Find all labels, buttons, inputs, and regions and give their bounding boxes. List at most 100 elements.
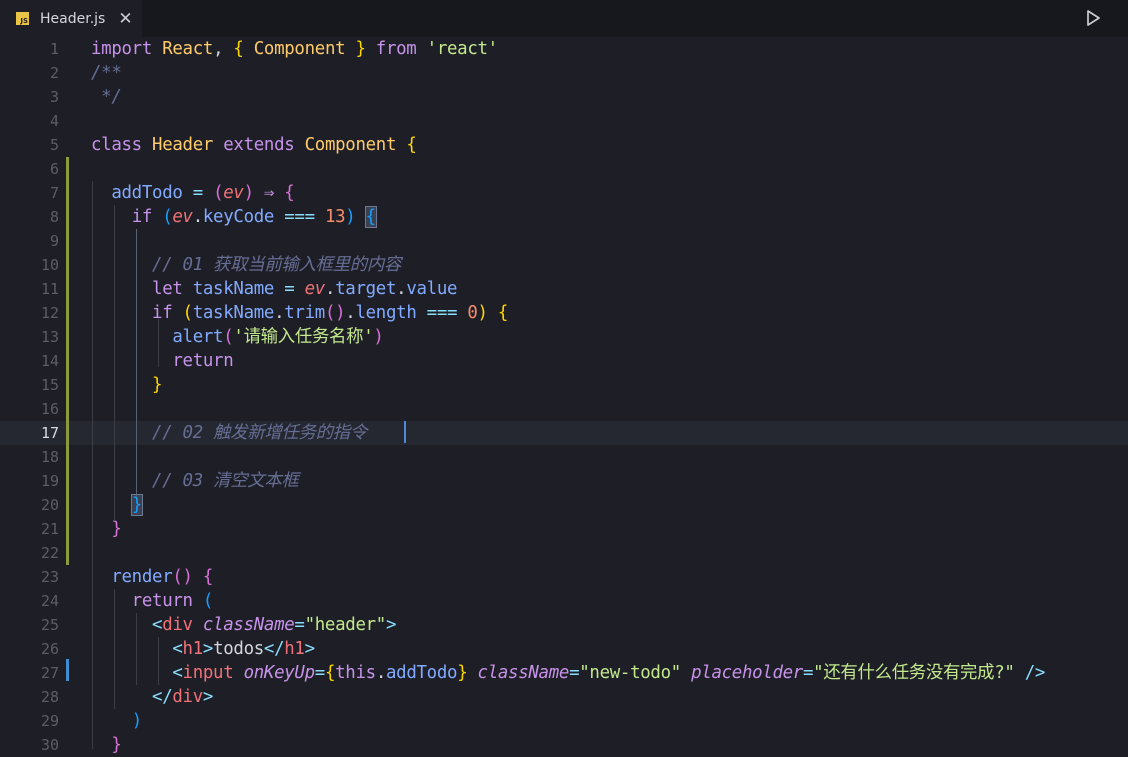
code-text[interactable]: return (91, 349, 233, 373)
indent-guide (136, 613, 137, 685)
code-text[interactable]: addTodo = (ev) ⇒ { (91, 181, 294, 205)
code-line[interactable]: 11 let taskName = ev.target.value (0, 277, 1128, 301)
run-icon[interactable] (1083, 8, 1103, 28)
code-line[interactable]: 12 if (taskName.trim().length === 0) { (0, 301, 1128, 325)
close-icon[interactable]: ✕ (118, 9, 132, 29)
line-number[interactable]: 24 (0, 589, 59, 613)
code-line[interactable]: 29 ) (0, 709, 1128, 733)
gutter-modified-bar (66, 157, 69, 565)
code-text[interactable]: } (91, 373, 162, 397)
code-line[interactable]: 4 (0, 109, 1128, 133)
code-line[interactable]: 17 // 02 触发新增任务的指令 (0, 421, 1128, 445)
code-line[interactable]: 19 // 03 清空文本框 (0, 469, 1128, 493)
code-text[interactable]: render() { (91, 565, 213, 589)
code-line[interactable]: 30 } (0, 733, 1128, 757)
line-number[interactable]: 14 (0, 349, 59, 373)
code-text[interactable]: <h1>todos</h1> (91, 637, 315, 661)
indent-guide (158, 637, 159, 685)
code-line[interactable]: 28 </div> (0, 685, 1128, 709)
indent-guide (114, 589, 115, 709)
line-number[interactable]: 22 (0, 541, 59, 565)
indent-guide (114, 205, 115, 521)
line-number[interactable]: 27 (0, 661, 59, 685)
line-number[interactable]: 5 (0, 133, 59, 157)
tab-bar: ‹ JS Header.js ✕ (0, 0, 1128, 37)
line-number[interactable]: 20 (0, 493, 59, 517)
line-number[interactable]: 6 (0, 157, 59, 181)
code-line[interactable]: 20 } (0, 493, 1128, 517)
javascript-file-icon: JS (16, 12, 29, 25)
line-number[interactable]: 8 (0, 205, 59, 229)
code-text[interactable]: } (91, 733, 121, 757)
line-number[interactable]: 7 (0, 181, 59, 205)
line-number[interactable]: 25 (0, 613, 59, 637)
code-line[interactable]: 8 if (ev.keyCode === 13) { (0, 205, 1128, 229)
indent-guide (92, 181, 93, 749)
code-text[interactable]: let taskName = ev.target.value (91, 277, 457, 301)
line-number[interactable]: 19 (0, 469, 59, 493)
code-text[interactable]: } (91, 493, 143, 517)
code-text[interactable]: alert('请输入任务名称') (91, 325, 383, 349)
code-text[interactable]: import React, { Component } from 'react' (91, 37, 498, 61)
code-text[interactable]: </div> (91, 685, 213, 709)
code-text[interactable]: } (91, 517, 121, 541)
tab-header-js[interactable]: JS Header.js ✕ (0, 0, 142, 37)
tab-title: Header.js (40, 10, 106, 27)
code-line[interactable]: 23 render() { (0, 565, 1128, 589)
code-text[interactable]: ) (91, 709, 142, 733)
code-text[interactable]: /** (91, 61, 122, 85)
code-text[interactable]: class Header extends Component { (91, 133, 417, 157)
line-number[interactable]: 4 (0, 109, 59, 133)
line-number[interactable]: 29 (0, 709, 59, 733)
line-number[interactable]: 10 (0, 253, 59, 277)
line-number[interactable]: 12 (0, 301, 59, 325)
indent-guide-active (136, 229, 137, 497)
line-number[interactable]: 9 (0, 229, 59, 253)
code-line[interactable]: 26 <h1>todos</h1> (0, 637, 1128, 661)
code-line[interactable]: 16 (0, 397, 1128, 421)
line-number[interactable]: 2 (0, 61, 59, 85)
code-line[interactable]: 13 alert('请输入任务名称') (0, 325, 1128, 349)
line-number[interactable]: 30 (0, 733, 59, 757)
line-number[interactable]: 13 (0, 325, 59, 349)
line-number[interactable]: 11 (0, 277, 59, 301)
code-text[interactable]: if (ev.keyCode === 13) { (91, 205, 377, 229)
code-line[interactable]: 2 /** (0, 61, 1128, 85)
line-number[interactable]: 15 (0, 373, 59, 397)
indent-guide (158, 319, 159, 367)
code-line[interactable]: 7 addTodo = (ev) ⇒ { (0, 181, 1128, 205)
code-text[interactable]: <input onKeyUp={this.addTodo} className=… (91, 661, 1045, 685)
code-line[interactable]: 1 import React, { Component } from 'react… (0, 37, 1128, 61)
line-number[interactable]: 3 (0, 85, 59, 109)
code-line[interactable]: 22 (0, 541, 1128, 565)
code-line[interactable]: 15 } (0, 373, 1128, 397)
code-text[interactable]: return ( (91, 589, 214, 613)
line-number[interactable]: 17 (0, 421, 59, 445)
text-cursor (404, 421, 406, 443)
code-line[interactable]: 14 return (0, 349, 1128, 373)
line-number[interactable]: 16 (0, 397, 59, 421)
code-line[interactable]: 10 // 01 获取当前输入框里的内容 (0, 253, 1128, 277)
line-number[interactable]: 18 (0, 445, 59, 469)
code-text[interactable]: */ (91, 85, 122, 109)
code-line[interactable]: 24 return ( (0, 589, 1128, 613)
code-line[interactable]: 25 <div className="header"> (0, 613, 1128, 637)
code-text[interactable]: // 03 清空文本框 (91, 469, 299, 493)
code-text[interactable]: // 01 获取当前输入框里的内容 (91, 253, 401, 277)
code-line[interactable]: 27 <input onKeyUp={this.addTodo} classNa… (0, 661, 1128, 685)
gutter-changed-bar (66, 659, 69, 681)
code-text[interactable]: if (taskName.trim().length === 0) { (91, 301, 508, 325)
code-line[interactable]: 6 (0, 157, 1128, 181)
line-number[interactable]: 23 (0, 565, 59, 589)
code-line[interactable]: 3 */ (0, 85, 1128, 109)
line-number[interactable]: 21 (0, 517, 59, 541)
code-editor[interactable]: 30 } 29 ) 28 </div> 27 <input onKeyUp={this… (0, 37, 1128, 755)
line-number[interactable]: 26 (0, 637, 59, 661)
code-line[interactable]: 9 (0, 229, 1128, 253)
code-text[interactable]: // 02 触发新增任务的指令 (91, 421, 367, 445)
line-number[interactable]: 1 (0, 37, 59, 61)
code-line[interactable]: 5 class Header extends Component { (0, 133, 1128, 157)
code-line[interactable]: 21 } (0, 517, 1128, 541)
code-line[interactable]: 18 (0, 445, 1128, 469)
line-number[interactable]: 28 (0, 685, 59, 709)
